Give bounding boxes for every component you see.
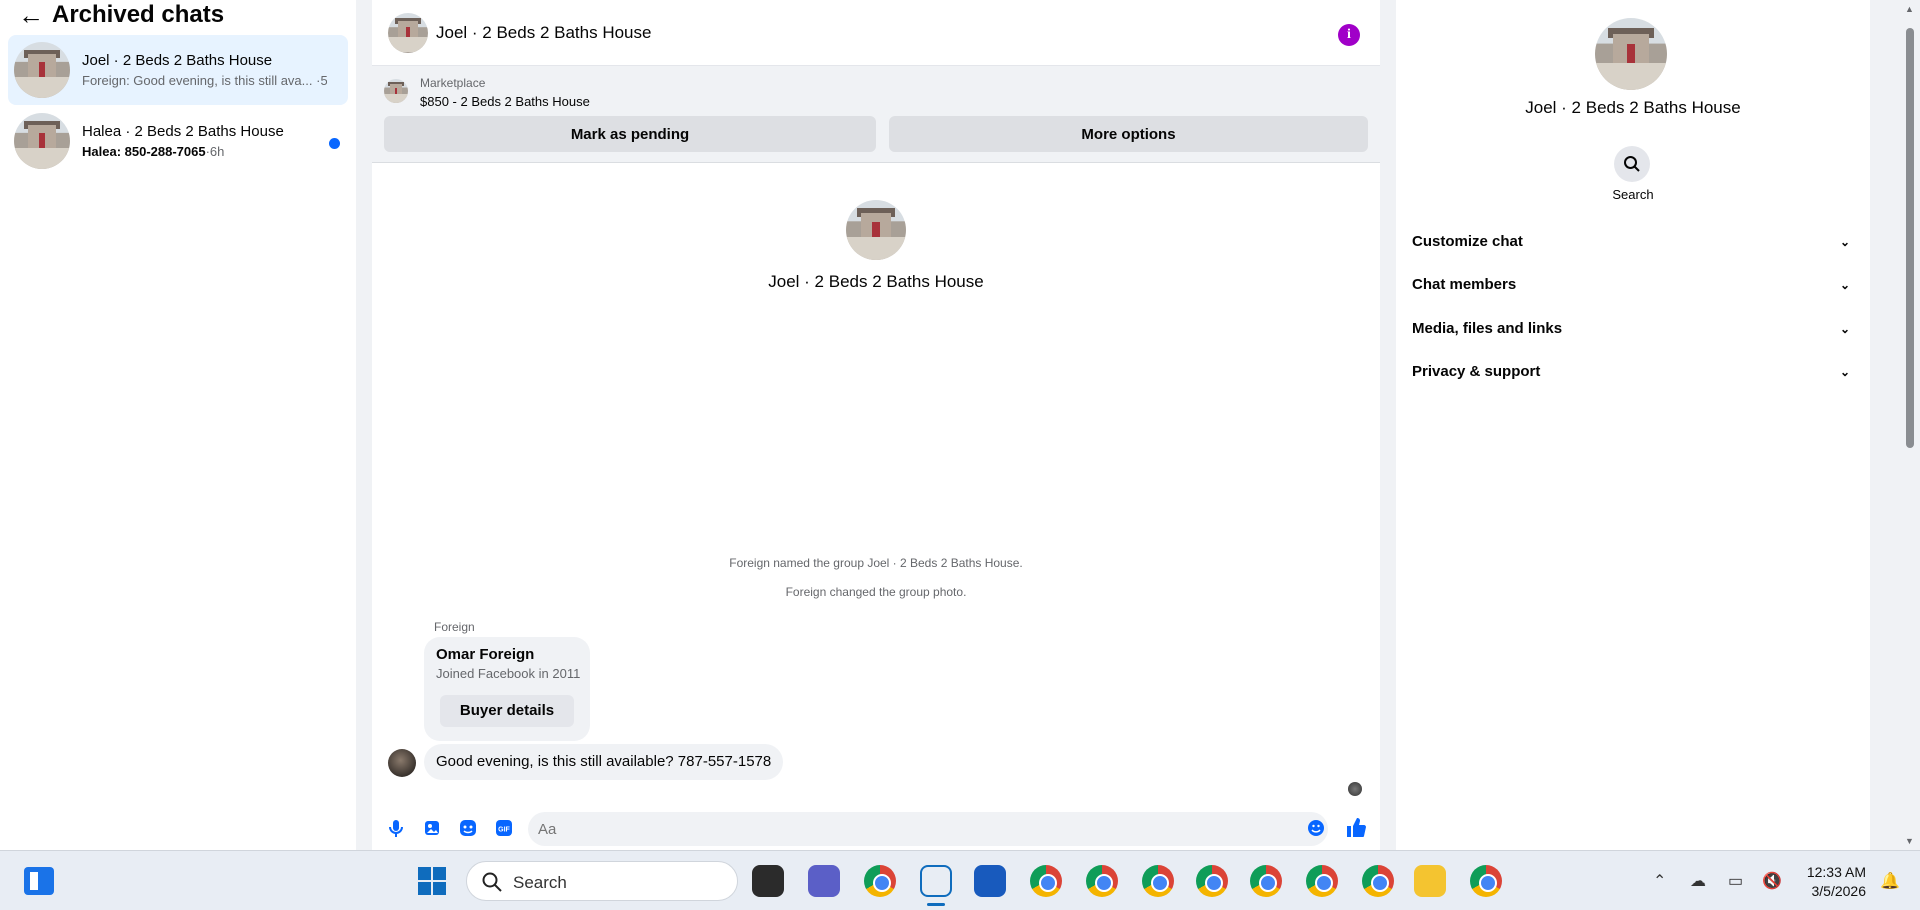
- active-app-indicator: [927, 903, 945, 906]
- chrome-profile-icon[interactable]: [1250, 865, 1282, 897]
- gif-icon[interactable]: GIF: [494, 818, 514, 838]
- unread-indicator: [329, 138, 340, 149]
- scrollbar-thumb[interactable]: [1906, 28, 1914, 448]
- chevron-down-icon: ⌄: [1839, 365, 1850, 379]
- chrome-profile-icon[interactable]: [1306, 865, 1338, 897]
- search-icon: [482, 872, 502, 892]
- chat-name: Joel · 2 Beds 2 Baths House: [82, 52, 273, 69]
- archived-chats-header: ← Archived chats: [0, 0, 356, 30]
- windows-taskbar: Search ⌃ ☁ ▭ 🔇 12:33 AM 3/5/2026 🔔: [0, 850, 1920, 910]
- taskbar-search-placeholder: Search: [513, 873, 567, 892]
- message-input[interactable]: [528, 812, 1328, 846]
- message-bubble[interactable]: Good evening, is this still available? 7…: [424, 744, 784, 780]
- intro-avatar: [846, 200, 906, 260]
- customize-chat-section[interactable]: Customize chat ⌄: [1412, 224, 1854, 260]
- onedrive-offline-icon[interactable]: ☁: [1690, 871, 1706, 891]
- archived-chats-panel: ← Archived chats Joel · 2 Beds 2 Baths H…: [0, 0, 356, 850]
- intro-name: Joel · 2 Beds 2 Baths House: [768, 272, 984, 291]
- listing-thumbnail[interactable]: [384, 79, 408, 103]
- section-label: Media, files and links: [1412, 320, 1563, 337]
- widgets-icon[interactable]: [24, 867, 54, 895]
- photo-icon[interactable]: [422, 818, 442, 838]
- chat-members-section[interactable]: Chat members ⌄: [1412, 267, 1854, 303]
- conversation-panel: Joel · 2 Beds 2 Baths House i Marketplac…: [372, 0, 1380, 850]
- conversation-avatar[interactable]: [388, 12, 428, 53]
- system-message: Foreign named the group Joel · 2 Beds 2 …: [729, 556, 1023, 570]
- chrome-profile-icon[interactable]: [1362, 865, 1394, 897]
- message-composer: GIF: [372, 808, 1380, 850]
- teams-icon[interactable]: [808, 865, 840, 897]
- more-options-button[interactable]: More options: [889, 116, 1368, 152]
- scroll-up-arrow-icon[interactable]: ▲: [1905, 4, 1914, 14]
- emoji-icon[interactable]: [1306, 818, 1326, 838]
- sender-name: Foreign: [434, 620, 475, 634]
- chat-details-name: Joel · 2 Beds 2 Baths House: [1525, 98, 1741, 117]
- microphone-icon[interactable]: [386, 818, 406, 838]
- snipping-tool-icon[interactable]: [920, 865, 952, 897]
- conversation-title[interactable]: Joel · 2 Beds 2 Baths House: [436, 23, 651, 43]
- conversation-intro: Joel · 2 Beds 2 Baths House: [372, 200, 1380, 292]
- taskbar-search[interactable]: Search: [466, 861, 738, 901]
- media-files-links-section[interactable]: Media, files and links ⌄: [1412, 311, 1854, 347]
- sender-avatar[interactable]: [388, 749, 416, 777]
- chat-details-panel: Joel · 2 Beds 2 Baths House Search Custo…: [1396, 0, 1870, 850]
- scroll-down-arrow-icon[interactable]: ▼: [1905, 836, 1914, 846]
- buyer-joined: Joined Facebook in 2011: [436, 666, 581, 681]
- mark-pending-button[interactable]: Mark as pending: [384, 116, 876, 152]
- chat-preview: Foreign: Good evening, is this still ava…: [82, 73, 327, 88]
- section-label: Privacy & support: [1412, 363, 1541, 380]
- show-hidden-icons-chevron-icon[interactable]: ⌃: [1653, 871, 1666, 891]
- buyer-name: Omar Foreign: [436, 646, 535, 663]
- seen-indicator: [1348, 782, 1362, 796]
- chevron-down-icon: ⌄: [1839, 278, 1850, 292]
- chrome-profile-icon[interactable]: [1142, 865, 1174, 897]
- start-button[interactable]: [418, 867, 446, 895]
- buyer-details-button[interactable]: Buyer details: [440, 695, 574, 727]
- chat-list-item[interactable]: Joel · 2 Beds 2 Baths House Foreign: Goo…: [8, 35, 348, 105]
- chevron-down-icon: ⌄: [1839, 322, 1850, 336]
- chat-list-item[interactable]: Halea · 2 Beds 2 Baths House Halea: 850-…: [8, 106, 348, 176]
- section-label: Customize chat: [1412, 233, 1523, 250]
- system-clock[interactable]: 12:33 AM 3/5/2026: [1794, 863, 1866, 901]
- search-label: Search: [1612, 187, 1654, 202]
- buyer-profile-card: Omar Foreign Joined Facebook in 2011 Buy…: [424, 637, 590, 741]
- sticker-icon[interactable]: [458, 818, 478, 838]
- search-icon: [1624, 156, 1640, 172]
- privacy-support-section[interactable]: Privacy & support ⌄: [1412, 354, 1854, 390]
- chrome-profile-icon[interactable]: [1030, 865, 1062, 897]
- marketplace-label: Marketplace: [420, 76, 486, 90]
- chat-avatar: [14, 42, 70, 98]
- chat-details-avatar: [1595, 18, 1667, 90]
- back-arrow-icon[interactable]: ←: [18, 2, 52, 28]
- section-label: Chat members: [1412, 276, 1517, 293]
- volume-muted-icon[interactable]: 🔇: [1762, 871, 1782, 891]
- chrome-icon[interactable]: [864, 865, 896, 897]
- listing-title[interactable]: $850 - 2 Beds 2 Baths House: [420, 94, 590, 109]
- like-icon[interactable]: [1344, 816, 1368, 840]
- chat-preview: Halea: 850-288-7065: [82, 144, 206, 159]
- search-in-chat-button[interactable]: [1614, 146, 1650, 182]
- clock-date: 3/5/2026: [1811, 883, 1867, 899]
- notification-bell-icon[interactable]: 🔔: [1880, 871, 1900, 891]
- page-scrollbar[interactable]: ▲ ▼: [1900, 0, 1920, 850]
- chrome-profile-icon[interactable]: [1470, 865, 1502, 897]
- word-icon[interactable]: [974, 865, 1006, 897]
- chat-avatar: [14, 113, 70, 169]
- chat-time: ·6h: [205, 144, 225, 159]
- file-explorer-icon[interactable]: [1414, 865, 1446, 897]
- chat-name: Halea · 2 Beds 2 Baths House: [82, 123, 284, 140]
- clock-time: 12:33 AM: [1806, 864, 1866, 880]
- task-view-icon[interactable]: [752, 865, 784, 897]
- chrome-profile-icon[interactable]: [1196, 865, 1228, 897]
- page-title: Archived chats: [52, 1, 225, 28]
- conversation-header: Joel · 2 Beds 2 Baths House i: [372, 0, 1380, 66]
- system-message: Foreign changed the group photo.: [785, 585, 967, 599]
- svg-text:GIF: GIF: [498, 827, 510, 834]
- chrome-profile-icon[interactable]: [1086, 865, 1118, 897]
- chevron-down-icon: ⌄: [1839, 235, 1850, 249]
- marketplace-banner: Marketplace $850 - 2 Beds 2 Baths House …: [372, 66, 1380, 163]
- info-icon[interactable]: i: [1338, 24, 1360, 46]
- network-icon[interactable]: ▭: [1728, 871, 1743, 891]
